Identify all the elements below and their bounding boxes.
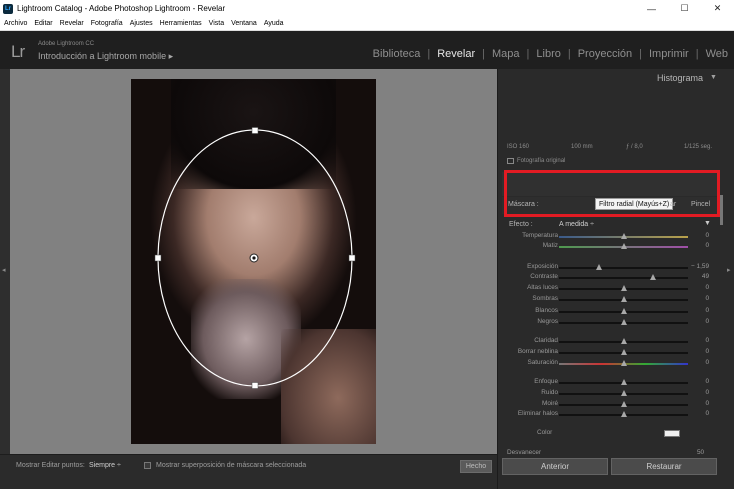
slider-knob: [595, 264, 602, 270]
slider-claridad[interactable]: Claridad 0: [505, 337, 710, 347]
show-pins-label: Mostrar Editar puntos:: [16, 462, 85, 469]
slider-knob: [620, 285, 627, 291]
module-separator: |: [427, 48, 431, 60]
slider-knob: [620, 308, 627, 314]
menu-fotografia[interactable]: Fotografía: [91, 20, 123, 27]
menu-ayuda[interactable]: Ayuda: [264, 20, 284, 27]
slider-temperatura[interactable]: Temperatura 0: [505, 232, 710, 242]
slider-knob: [650, 274, 657, 280]
menu-revelar[interactable]: Revelar: [60, 20, 84, 27]
effect-toggle-icon[interactable]: ▼: [704, 220, 711, 227]
slider-exposicion[interactable]: Exposición − 1,59: [505, 263, 710, 273]
effect-preset-select[interactable]: A medida ÷: [559, 221, 594, 228]
slider-knob: [620, 338, 627, 344]
mask-overlay-label: Mostrar superposición de máscara selecci…: [156, 462, 307, 469]
photo-hair-region: [171, 79, 336, 189]
lightroom-app-icon: Lr: [3, 3, 13, 14]
photo-shoulder-region: [281, 329, 376, 444]
mask-overlay-checkbox[interactable]: [144, 462, 151, 469]
histogram-aperture: ƒ / 8,0: [626, 144, 643, 150]
color-label: Color: [537, 429, 553, 436]
left-panel-collapsed: [0, 69, 10, 454]
module-mapa[interactable]: Mapa: [492, 48, 520, 60]
module-separator: |: [482, 48, 485, 60]
module-web[interactable]: Web: [706, 48, 728, 60]
histogram-iso: ISO 160: [507, 144, 530, 150]
module-picker: Biblioteca | Revelar | Mapa | Libro | Pr…: [373, 48, 728, 60]
slider-knob: [620, 390, 627, 396]
photo-preview[interactable]: [131, 79, 376, 444]
module-imprimir[interactable]: Imprimir: [649, 48, 689, 60]
partial-section-row: Desvanecer 50: [507, 449, 705, 456]
slider-negros[interactable]: Negros 0: [505, 318, 710, 328]
minimize-icon[interactable]: —: [635, 0, 668, 17]
menu-editar[interactable]: Editar: [34, 20, 52, 27]
triangle-down-icon[interactable]: ▼: [710, 74, 717, 81]
product-name: Adobe Lightroom CC: [38, 41, 95, 47]
slider-knob: [620, 401, 627, 407]
right-panel-toggle-icon[interactable]: ▸: [727, 266, 731, 274]
slider-altas-luces[interactable]: Altas luces 0: [505, 284, 710, 294]
menu-ajustes[interactable]: Ajustes: [130, 20, 153, 27]
histogram-title[interactable]: Histograma: [657, 73, 703, 83]
slider-knob: [620, 233, 627, 239]
menu-vista[interactable]: Vista: [209, 20, 224, 27]
slider-knob: [620, 411, 627, 417]
color-swatch[interactable]: [664, 430, 680, 437]
slider-matiz[interactable]: Matiz 0: [505, 242, 710, 252]
close-icon[interactable]: ✕: [701, 0, 734, 17]
slider-blancos[interactable]: Blancos 0: [505, 307, 710, 317]
slider-enfoque[interactable]: Enfoque 0: [505, 378, 710, 388]
module-revelar[interactable]: Revelar: [437, 48, 475, 60]
menu-herramientas[interactable]: Herramientas: [160, 20, 202, 27]
reset-button[interactable]: Restaurar: [611, 458, 717, 475]
left-panel-toggle-icon[interactable]: ◂: [2, 266, 6, 274]
slider-borrar-neblina[interactable]: Borrar neblina 0: [505, 348, 710, 358]
menu-ventana[interactable]: Ventana: [231, 20, 257, 27]
module-libro[interactable]: Libro: [536, 48, 560, 60]
catalog-title[interactable]: Introducción a Lightroom mobile ▸: [38, 51, 173, 62]
done-button[interactable]: Hecho: [460, 460, 492, 473]
slider-moire[interactable]: Moiré 0: [505, 400, 710, 410]
original-photo-label: Fotografía original: [517, 158, 566, 164]
histogram-shutter: 1/125 seg.: [684, 144, 713, 150]
slider-eliminar-halos[interactable]: Eliminar halos 0: [505, 410, 710, 420]
window-controls: — ☐ ✕: [635, 0, 734, 17]
lightroom-logo: Lr: [11, 42, 25, 61]
module-separator: |: [695, 48, 699, 60]
module-separator: |: [567, 48, 571, 60]
slider-saturacion[interactable]: Saturación 0: [505, 359, 710, 369]
slider-knob: [620, 243, 627, 249]
slider-sombras[interactable]: Sombras 0: [505, 295, 710, 305]
effect-label: Efecto :: [509, 221, 533, 228]
histogram-focal: 100 mm: [571, 144, 593, 150]
previous-button[interactable]: Anterior: [502, 458, 608, 475]
slider-knob: [620, 319, 627, 325]
module-separator: |: [526, 48, 530, 60]
window-titlebar: Lr Lightroom Catalog - Adobe Photoshop L…: [0, 0, 734, 17]
slider-knob: [620, 360, 627, 366]
catalog-arrow-icon: ▸: [168, 51, 174, 61]
highlight-box: [504, 170, 720, 217]
module-biblioteca[interactable]: Biblioteca: [373, 48, 421, 60]
window-title: Lightroom Catalog - Adobe Photoshop Ligh…: [17, 4, 226, 13]
slider-ruido[interactable]: Ruido 0: [505, 389, 710, 399]
slider-contraste[interactable]: Contraste 49: [505, 273, 710, 283]
slider-knob: [620, 349, 627, 355]
module-proyeccion[interactable]: Proyección: [578, 48, 632, 60]
panel-scrollbar[interactable]: [720, 195, 723, 225]
slider-knob: [620, 296, 627, 302]
slider-knob: [620, 379, 627, 385]
editing-toolbar: [0, 454, 497, 489]
module-separator: |: [639, 48, 642, 60]
show-pins-select[interactable]: Siempre ÷: [89, 462, 121, 469]
maximize-icon[interactable]: ☐: [668, 0, 701, 17]
menu-bar: Archivo Editar Revelar Fotografía Ajuste…: [0, 17, 734, 31]
original-photo-checkbox[interactable]: [507, 158, 514, 164]
menu-archivo[interactable]: Archivo: [4, 20, 27, 27]
